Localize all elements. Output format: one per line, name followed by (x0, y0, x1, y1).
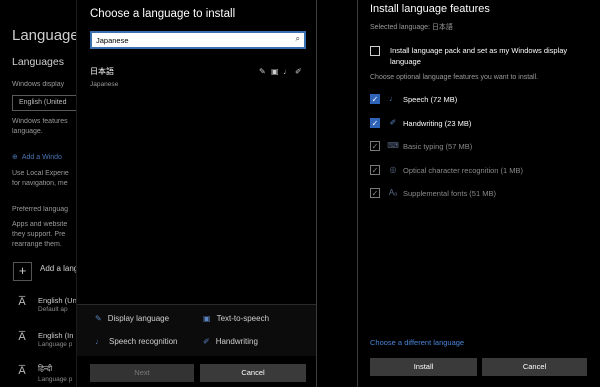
lang-item-name[interactable]: English (In (38, 331, 76, 340)
install-features-dialog: Install language features Selected langu… (357, 0, 600, 387)
languages-heading: Languages (12, 56, 64, 68)
local-text-1: Use Local Experie (12, 170, 69, 177)
feature-speech[interactable]: ✓ ♩ Speech (72 MB) (370, 94, 595, 108)
search-icon[interactable]: ⌕ (296, 34, 300, 44)
legend-speech-recognition: ♩ Speech recognition (95, 337, 178, 346)
keyboard-icon: ⌨ (387, 141, 399, 150)
feature-supplemental-fonts: ✓ Aₐ Supplemental fonts (51 MB) (370, 188, 496, 198)
microphone-icon: ♩ (95, 337, 103, 346)
display-language-icon: ✎ (95, 314, 102, 323)
handwriting-icon: ✐ (203, 337, 210, 346)
lang-item-sub: Language p (38, 341, 73, 348)
preferred-label: Preferred languag (12, 206, 69, 213)
install-button[interactable]: Install (370, 358, 477, 376)
display-language-icon: ✎ (259, 67, 266, 76)
local-text-2: for navigation, me (12, 180, 68, 187)
result-native-name: 日本語 (90, 67, 114, 76)
add-windows-label: Add a Windo (21, 154, 62, 161)
microphone-icon: ♩ (389, 94, 397, 103)
add-language-label: Add a lang (40, 264, 76, 273)
choose-features-text: Choose optional language features you wa… (370, 74, 539, 81)
features-text-2: language. (12, 128, 43, 135)
checkbox-disabled: ✓ (370, 165, 380, 175)
checkbox-disabled: ✓ (370, 141, 380, 151)
lang-item-sub: Language p (38, 376, 73, 383)
add-icon: ⊕ (12, 154, 18, 161)
apps-text-1: Apps and website (12, 221, 68, 228)
feature-legend: ✎ Display language ▣ Text-to-speech ♩ Speec… (77, 304, 316, 356)
lang-item-sub: Default ap (38, 306, 68, 313)
checkbox-checked[interactable]: ✓ (370, 94, 380, 104)
apps-text-2: they support. Pre (12, 231, 66, 238)
lang-item-name[interactable]: हिन्दी (38, 364, 76, 374)
language-result-item[interactable]: 日本語 Japanese ✎ ▣ ♩ ✐ (81, 60, 313, 94)
result-english-name: Japanese (90, 81, 119, 88)
ocr-icon: ◎ (389, 165, 397, 174)
legend-display-language: ✎ Display language (95, 314, 170, 323)
language-pack-label: Install language pack and set as my Wind… (390, 46, 568, 66)
feature-ocr: ✓ ◎ Optical character recognition (1 MB) (370, 165, 524, 175)
checkbox-disabled: ✓ (370, 188, 380, 198)
choose-language-dialog: Choose a language to install ⌕ 日本語 Japan… (76, 0, 317, 387)
features-text-1: Windows features (12, 118, 68, 125)
legend-handwriting: ✐ Handwriting (203, 337, 258, 346)
plus-icon: + (18, 263, 27, 278)
feature-basic-typing: ✓ ⌨ Basic typing (57 MB) (370, 141, 473, 151)
legend-text-to-speech: ▣ Text-to-speech (203, 314, 270, 323)
add-windows-link[interactable]: ⊕ Add a Windo (12, 153, 76, 161)
checkbox-checked[interactable]: ✓ (370, 118, 380, 128)
feature-handwriting[interactable]: ✓ ✐ Handwriting (23 MB) (370, 118, 595, 132)
add-language-button[interactable]: + (13, 262, 32, 281)
pen-icon: ✐ (389, 118, 397, 127)
cancel-button[interactable]: Cancel (482, 358, 587, 376)
next-button[interactable]: Next (90, 364, 194, 382)
speech-recognition-icon: ♩ (283, 67, 291, 76)
apps-text-3: rearrange them. (12, 241, 62, 248)
font-icon: Aₐ (388, 188, 398, 197)
language-glyph-icon: A̅ (18, 296, 26, 308)
dialog-title: Choose a language to install (90, 8, 236, 20)
lang-item-name[interactable]: English (Un (38, 296, 76, 305)
page-title: Language (12, 27, 76, 44)
display-language-select[interactable]: English (United (12, 95, 82, 111)
text-to-speech-icon: ▣ (271, 67, 279, 76)
search-box[interactable]: ⌕ (90, 31, 306, 49)
language-glyph-icon: A̅ (18, 331, 26, 343)
language-pack-checkbox[interactable] (370, 46, 380, 56)
text-to-speech-icon: ▣ (203, 314, 211, 323)
dialog-title: Install language features (370, 3, 490, 15)
language-glyph-icon: A̅ (18, 365, 26, 377)
choose-different-language-link[interactable]: Choose a different language (370, 338, 464, 347)
selected-language: Selected language: 日本語 (370, 24, 453, 31)
search-input[interactable] (96, 34, 286, 46)
cancel-button[interactable]: Cancel (200, 364, 306, 382)
display-language-label: Windows display (12, 81, 65, 88)
handwriting-icon: ✐ (295, 67, 302, 76)
